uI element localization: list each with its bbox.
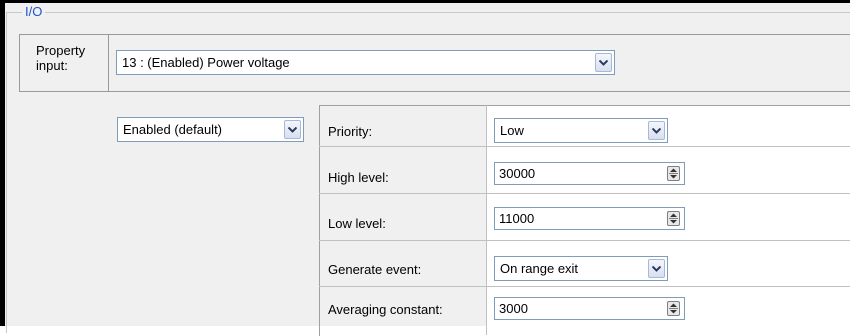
up-down-arrows-icon[interactable]	[667, 301, 680, 316]
io-group-title: I/O	[22, 4, 46, 20]
priority-label: Priority:	[328, 124, 373, 139]
property-input-label: Property input:	[36, 43, 86, 73]
averaging-constant-label: Averaging constant:	[328, 302, 443, 317]
grid-row-divider	[319, 146, 850, 147]
up-down-arrows-icon[interactable]	[667, 166, 680, 181]
low-level-value: 11000	[499, 211, 535, 226]
high-level-label: High level:	[328, 170, 389, 185]
high-level-value: 30000	[499, 166, 536, 181]
grid-row-divider	[319, 193, 850, 194]
averaging-constant-spinner[interactable]: 3000	[494, 297, 685, 320]
grid-row-divider	[319, 286, 850, 287]
chevron-down-icon[interactable]	[595, 53, 612, 72]
grid-row-divider	[319, 240, 850, 241]
priority-dropdown[interactable]: Low	[494, 118, 668, 143]
generate-event-value: On range exit	[500, 261, 579, 276]
low-level-spinner[interactable]: 11000	[494, 207, 685, 230]
enable-mode-value: Enabled (default)	[123, 122, 223, 137]
averaging-constant-value: 3000	[499, 301, 528, 316]
generate-event-label: Generate event:	[328, 262, 422, 277]
low-level-label: Low level:	[328, 216, 386, 231]
chevron-down-icon[interactable]	[648, 121, 665, 140]
up-down-arrows-icon[interactable]	[667, 211, 680, 226]
generate-event-dropdown[interactable]: On range exit	[494, 256, 668, 281]
property-input-dropdown[interactable]: 13 : (Enabled) Power voltage	[116, 50, 615, 75]
property-input-value: 13 : (Enabled) Power voltage	[122, 55, 290, 70]
chevron-down-icon[interactable]	[648, 259, 665, 278]
high-level-spinner[interactable]: 30000	[494, 162, 685, 185]
enable-mode-dropdown[interactable]: Enabled (default)	[117, 117, 304, 142]
priority-value: Low	[500, 123, 524, 138]
chevron-down-icon[interactable]	[284, 120, 301, 139]
